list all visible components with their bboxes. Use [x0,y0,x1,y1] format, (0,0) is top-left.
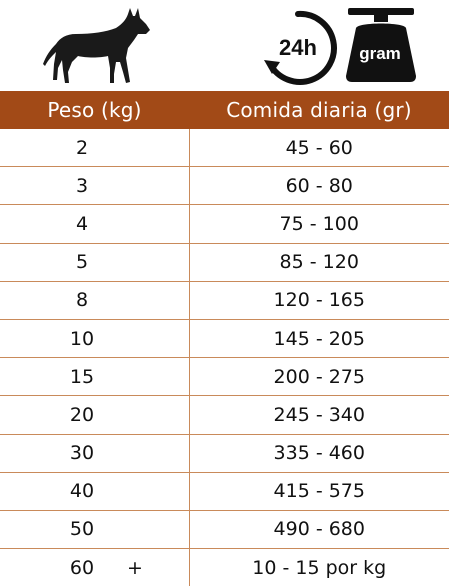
table-row: 4 75 - 100 [0,204,449,244]
daily-food-cell: 60 - 80 [189,166,449,206]
24h-clock-icon: 24h [264,10,337,85]
weight-cell-content: 2 [0,129,189,166]
weight-cell: 20 [0,395,190,435]
weight-cell-content: 10 [0,320,189,357]
table-row: 60 + 10 - 15 por kg [0,548,449,586]
weight-cell: 5 [0,243,190,282]
food-column-header: Comida diaria (gr) [189,91,449,129]
weight-cell-content: 5 [0,244,189,281]
daily-food-cell: 490 - 680 [189,510,449,550]
weight-value: 3 [75,174,89,197]
table-row: 20 245 - 340 [0,395,449,435]
weight-suffix: + [127,556,143,579]
daily-food-cell: 245 - 340 [189,395,449,435]
weight-cell-content: 15 [0,358,189,395]
daily-food-cell: 45 - 60 [189,129,449,168]
weight-cell: 15 [0,357,190,397]
table-row: 30 335 - 460 [0,434,449,473]
table-row: 5 85 - 120 [0,243,449,282]
feeding-table: Peso (kg) Comida diaria (gr) 2 45 - 60 3 60… [0,91,449,586]
scale-label: gram [359,44,401,63]
daily-food-cell: 75 - 100 [189,204,449,244]
weight-value: 50 [69,518,95,541]
gram-scale-icon: gram [346,8,416,82]
weight-cell: 60 + [0,548,190,586]
weight-cell-content: 20 [0,396,189,433]
weight-cell-content: 4 [0,205,189,242]
weight-value: 30 [69,442,95,465]
daily-food-cell: 85 - 120 [189,243,449,282]
daily-food-cell: 10 - 15 por kg [252,556,387,579]
weight-cell: 4 [0,204,190,244]
weight-cell: 50 [0,510,190,550]
table-header-row: Peso (kg) Comida diaria (gr) [0,91,449,129]
table-body: 2 45 - 60 3 60 - 80 4 75 - 100 5 85 - 120 8 120 -… [0,129,449,586]
dog-silhouette-icon [43,8,150,83]
weight-cell: 10 [0,319,190,359]
table-row: 10 145 - 205 [0,319,449,359]
clock-label: 24h [279,35,317,60]
weight-value: 4 [75,212,89,235]
weight-value: 5 [75,251,89,274]
table-row: 15 200 - 275 [0,357,449,397]
weight-cell-content: 60 + [0,549,189,586]
weight-value: 40 [69,480,95,503]
weight-cell-content: 50 [0,511,189,548]
weight-cell: 40 [0,472,190,511]
weight-value: 20 [69,403,95,426]
weight-value: 2 [75,136,89,159]
table-row: 3 60 - 80 [0,166,449,206]
table-row: 40 415 - 575 [0,472,449,511]
weight-cell: 8 [0,281,190,320]
table-row: 8 120 - 165 [0,281,449,320]
weight-column-header: Peso (kg) [0,91,189,129]
daily-food-cell: 335 - 460 [189,434,449,473]
table-row: 50 490 - 680 [0,510,449,550]
icon-header: 24h gram [0,0,449,92]
weight-cell: 30 [0,434,190,473]
weight-cell: 2 [0,129,190,168]
daily-food-cell: 145 - 205 [189,319,449,359]
weight-cell-content: 30 [0,435,189,472]
weight-cell: 3 [0,166,190,206]
weight-cell-content: 3 [0,167,189,204]
weight-cell-content: 40 [0,473,189,510]
weight-cell-content: 8 [0,282,189,319]
weight-value: 10 [69,327,95,350]
daily-food-cell: 415 - 575 [189,472,449,511]
weight-value: 15 [69,365,95,388]
table-row: 2 45 - 60 [0,129,449,168]
weight-value: 8 [75,289,89,312]
daily-food-cell: 200 - 275 [189,357,449,397]
daily-food-cell: 120 - 165 [189,281,449,320]
